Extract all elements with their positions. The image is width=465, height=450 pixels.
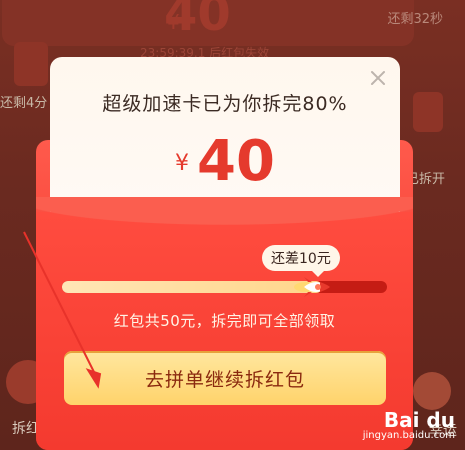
background-top-amount: 40 [164, 0, 231, 42]
baidu-watermark: Bai du jingyan.baidu.com [363, 410, 455, 442]
progress-fill [62, 281, 322, 293]
red-packet-modal: 超级加速卡已为你拆完80% ¥40 还差10元 红包共50元，拆完即可全部领取 … [36, 57, 413, 450]
continue-group-buy-button[interactable]: 去拼单继续拆红包 [64, 351, 386, 405]
envelope-front [36, 212, 413, 450]
watermark-site: jingyan.baidu.com [362, 430, 455, 441]
watermark-logo: Bai du [383, 408, 455, 432]
background-countdown: 还剩32秒 [387, 12, 443, 27]
background-envelope-icon-right [413, 92, 443, 132]
remaining-badge: 还差10元 [262, 245, 340, 277]
background-top-card: ¥ 40 [2, 0, 414, 46]
rocket-icon [294, 273, 332, 301]
background-bottom-right-icon [413, 372, 451, 410]
reward-amount: ¥40 [50, 129, 400, 194]
amount-currency: ¥ [175, 151, 190, 176]
amount-value: 40 [197, 129, 275, 194]
envelope-flap [36, 197, 413, 237]
progress-bar [62, 277, 387, 297]
modal-title: 超级加速卡已为你拆完80% [102, 93, 348, 115]
close-icon[interactable] [368, 68, 388, 88]
progress-description: 红包共50元，拆完即可全部领取 [113, 312, 336, 330]
